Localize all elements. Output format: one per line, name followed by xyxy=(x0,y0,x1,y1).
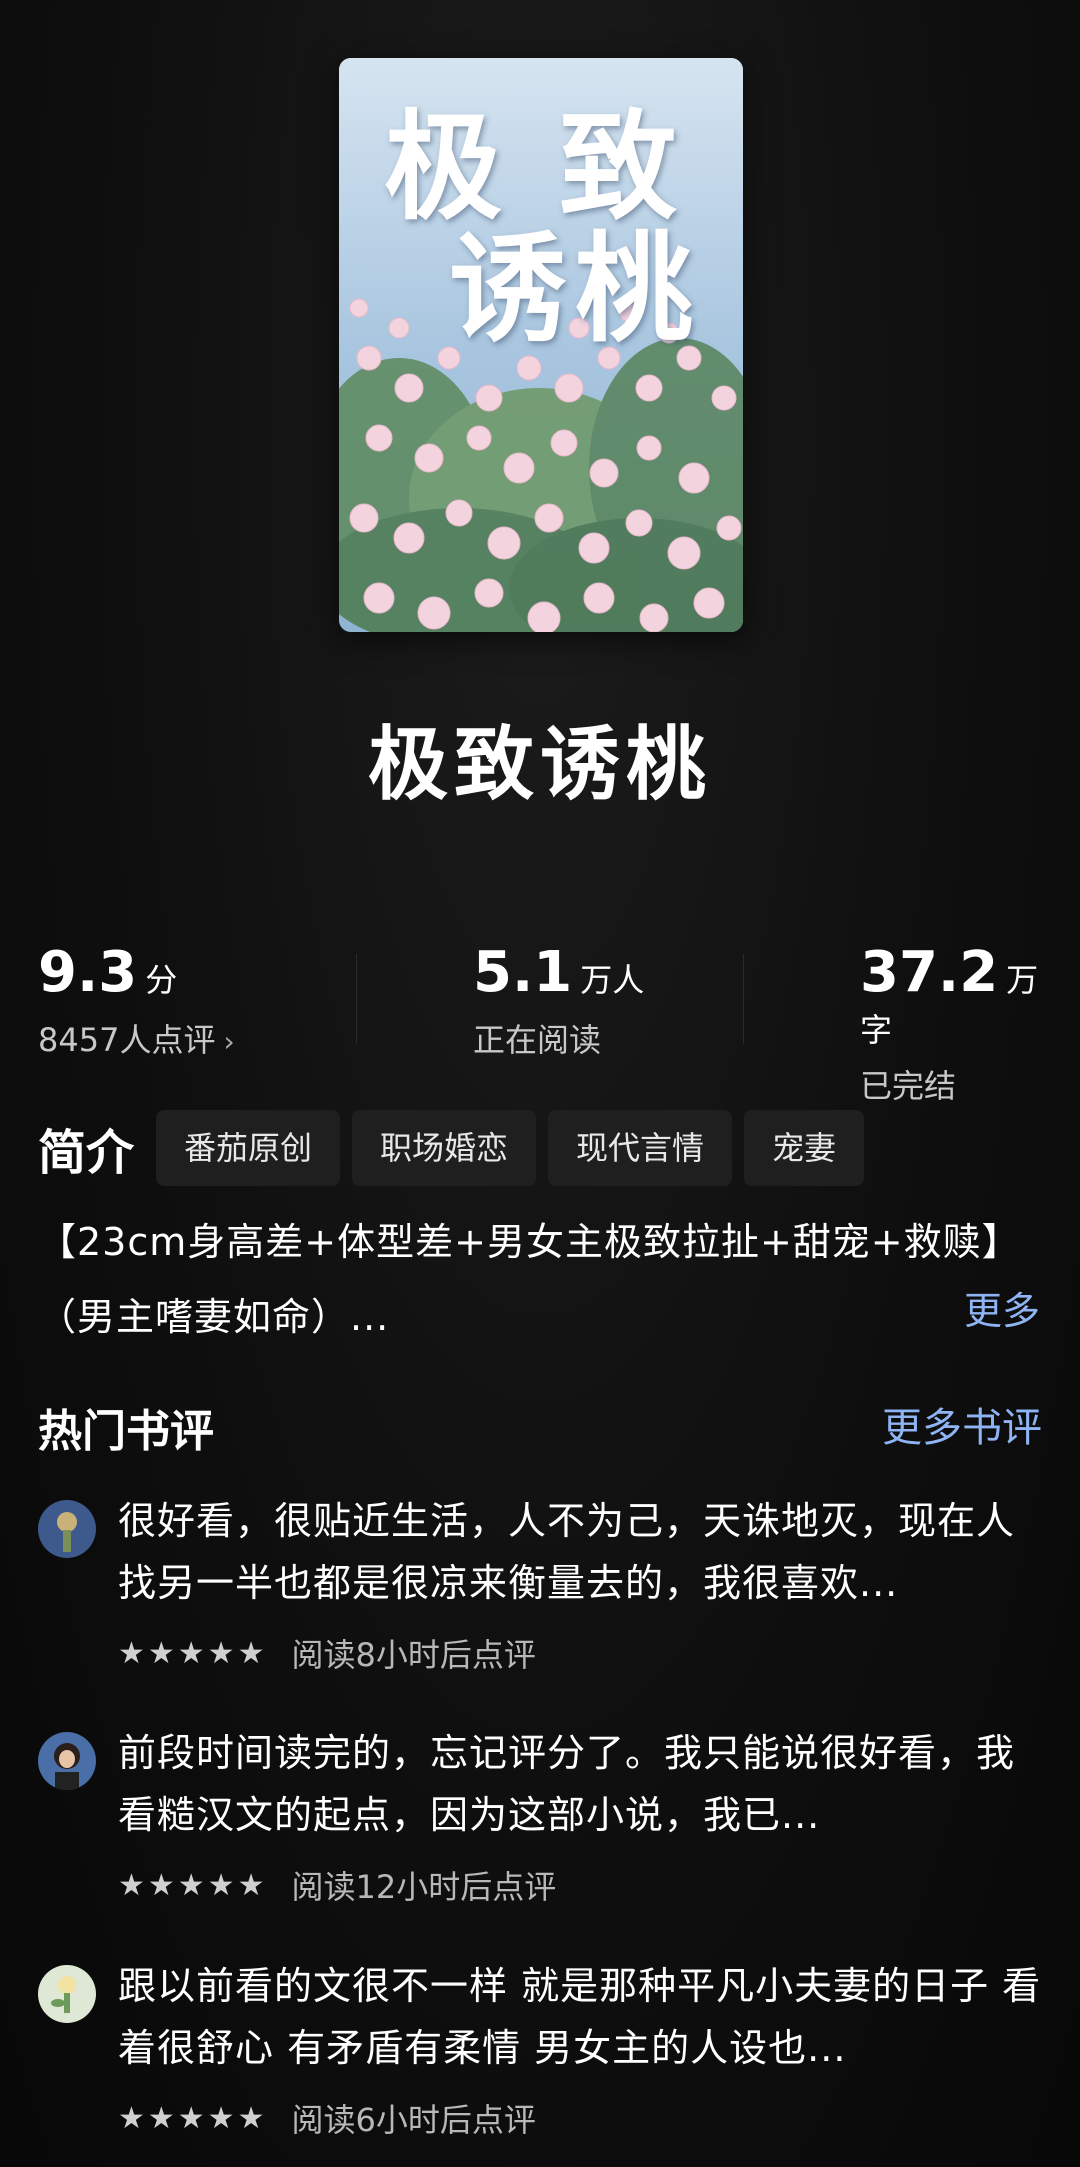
review-time: 阅读6小时后点评 xyxy=(291,2101,536,2139)
review-item[interactable]: 很好看，很贴近生活，人不为己，天诛地灭，现在人找另一半也都是很凉来衡量去的，我很… xyxy=(38,1490,1042,1680)
score-value: 9.3 xyxy=(38,940,138,1005)
review-text: 前段时间读完的，忘记评分了。我只能说很好看，我看糙汉文的起点，因为这部小说，我已… xyxy=(118,1731,1016,1837)
readers-label: 正在阅读 xyxy=(473,1021,602,1059)
synopsis-line1: 【23cm身高差+体型差+男女主极致拉扯+甜宠+救赎】 xyxy=(38,1220,1021,1264)
more-reviews-link[interactable]: 更多书评 xyxy=(882,1395,1042,1453)
synopsis[interactable]: 【23cm身高差+体型差+男女主极致拉扯+甜宠+救赎】 （男主嗜妻如命）... xyxy=(38,1205,1048,1355)
reviews-count: 8457人点评 xyxy=(38,1021,216,1059)
book-detail-page: 极 致 诱桃 极致诱桃 9.3 分 8457人点评 › 5.1 万人 正在阅读 37.… xyxy=(0,0,1080,2167)
tag-item[interactable]: 现代言情 xyxy=(548,1110,733,1186)
words-value: 37.2 xyxy=(860,940,999,1005)
avatar[interactable] xyxy=(38,1732,96,1790)
review-meta: ★★★★★ 阅读12小时后点评 xyxy=(118,1862,556,1908)
synopsis-line2: （男主嗜妻如命）... xyxy=(38,1295,390,1339)
cover-title-line1: 极 致 xyxy=(384,97,686,236)
rating-stars: ★★★★★ xyxy=(118,1635,268,1671)
review-time: 阅读12小时后点评 xyxy=(291,1868,557,1906)
tag-item[interactable]: 宠妻 xyxy=(744,1110,865,1186)
review-time: 阅读8小时后点评 xyxy=(291,1636,536,1674)
review-item[interactable]: 前段时间读完的，忘记评分了。我只能说很好看，我看糙汉文的起点，因为这部小说，我已… xyxy=(38,1722,1042,1912)
stat-score[interactable]: 9.3 分 8457人点评 › xyxy=(38,940,235,1061)
reviews-header: 热门书评 更多书评 xyxy=(38,1395,1042,1457)
tag-item[interactable]: 职场婚恋 xyxy=(352,1110,537,1186)
stats-row: 9.3 分 8457人点评 › 5.1 万人 正在阅读 37.2 万字 已完结 xyxy=(38,940,1042,1105)
intro-label: 简介 xyxy=(38,1125,135,1181)
review-meta: ★★★★★ 阅读8小时后点评 xyxy=(118,1630,536,1676)
review-item[interactable]: 跟以前看的文很不一样 就是那种平凡小夫妻的日子 看着很舒心 有矛盾有柔情 男女主… xyxy=(38,1955,1042,2145)
readers-unit: 万人 xyxy=(580,961,645,999)
tag-item[interactable]: 番茄原创 xyxy=(156,1110,341,1186)
divider xyxy=(356,954,357,1044)
review-text: 跟以前看的文很不一样 就是那种平凡小夫妻的日子 看着很舒心 有矛盾有柔情 男女主… xyxy=(118,1964,1042,2070)
intro-row: 简介 番茄原创 职场婚恋 现代言情 宠妻 xyxy=(38,1110,876,1186)
book-title: 极致诱桃 xyxy=(368,718,712,811)
readers-value: 5.1 xyxy=(473,940,573,1005)
rating-stars: ★★★★★ xyxy=(118,1867,268,1903)
avatar[interactable] xyxy=(38,1500,96,1558)
stat-readers: 5.1 万人 正在阅读 xyxy=(473,940,644,1061)
synopsis-more-link[interactable]: 更多 xyxy=(964,1280,1040,1335)
score-unit: 分 xyxy=(145,961,178,999)
review-text: 很好看，很贴近生活，人不为己，天诛地灭，现在人找另一半也都是很凉来衡量去的，我很… xyxy=(118,1499,1016,1605)
cover-title-line2: 诱桃 xyxy=(449,219,702,358)
review-meta: ★★★★★ 阅读6小时后点评 xyxy=(118,2095,536,2141)
avatar[interactable] xyxy=(38,1965,96,2023)
divider xyxy=(743,954,744,1044)
book-cover[interactable]: 极 致 诱桃 xyxy=(339,58,743,632)
chevron-right-icon: › xyxy=(223,1025,235,1058)
rating-stars: ★★★★★ xyxy=(118,2100,268,2136)
stat-words: 37.2 万字 已完结 xyxy=(860,940,1042,1107)
reviews-title: 热门书评 xyxy=(38,1406,214,1457)
status-label: 已完结 xyxy=(860,1067,957,1105)
